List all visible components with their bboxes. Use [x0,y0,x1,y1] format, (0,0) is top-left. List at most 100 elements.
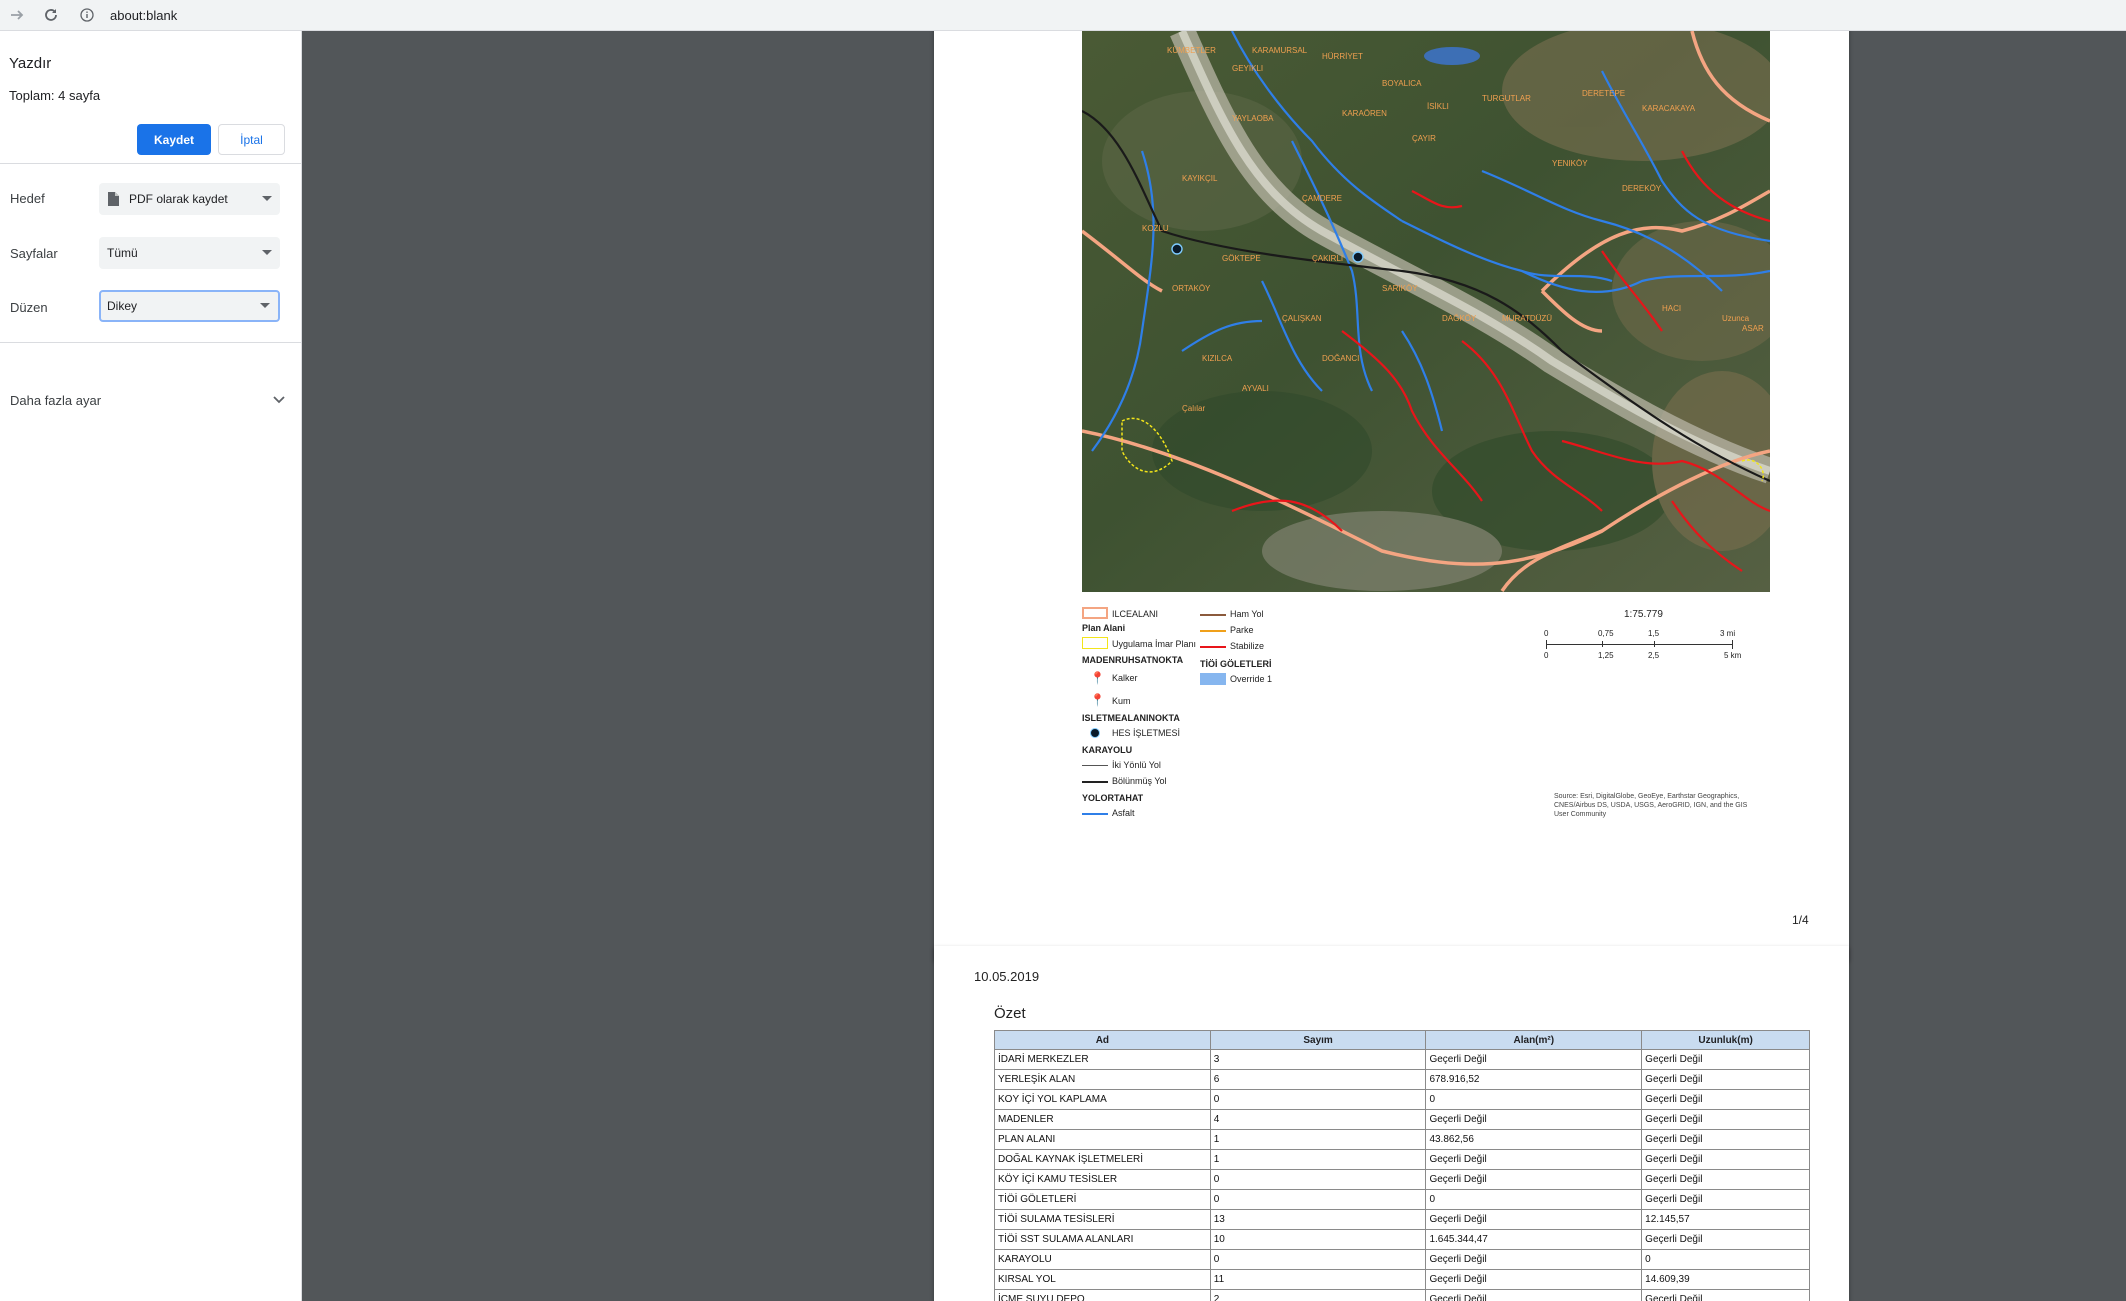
scale-mi-1: 0,75 [1598,629,1614,638]
cancel-button[interactable]: İptal [218,124,285,155]
browser-toolbar: about:blank [0,0,2126,31]
satellite-map: KÜMBETLER KARAMURSAL GEYIKLI HÜRRİYET BOYALI… [1082,31,1770,592]
ilcealani-swatch [1082,607,1108,619]
table-cell: YERLEŞİK ALAN [994,1069,1211,1090]
document-icon [107,192,119,206]
table-cell: 1 [1209,1149,1427,1170]
table-row: İDARİ MERKEZLER 3 Geçerli Değil Geçerli Değ… [994,1049,1810,1070]
table-cell: 4 [1209,1109,1427,1130]
legend-yolortahat-header: YOLORTAHAT [1082,793,1144,803]
table-cell: 0 [1641,1249,1810,1270]
map-place-label: DOĞANCI [1322,354,1359,363]
table-cell: İÇME SUYU DEPO [994,1289,1211,1301]
table-cell: 678.916,52 [1425,1069,1643,1090]
ham-yol-swatch [1200,614,1226,616]
print-preview[interactable]: KÜMBETLER KARAMURSAL GEYIKLI HÜRRİYET BOYALI… [302,31,2126,1301]
table-row: KARAYOLU 0 Geçerli Değil 0 [994,1249,1810,1270]
table-cell: 1 [1209,1129,1427,1150]
table-header-row: Ad Sayım Alan(m²) Uzunluk(m) [994,1030,1810,1050]
scale-mi-2: 1,5 [1648,629,1660,638]
table-cell: Geçerli Değil [1641,1109,1810,1130]
reload-button[interactable] [34,0,68,31]
map-place-label: KARAMURSAL [1252,46,1308,55]
table-row: PLAN ALANI 1 43.862,56 Geçerli Değil [994,1129,1810,1150]
layout-value: Dikey [107,299,138,313]
map-place-label: HACI [1662,304,1681,313]
table-cell: Geçerli Değil [1425,1289,1643,1301]
map-place-label: GEYIKLI [1232,64,1263,73]
map-place-label: KAYIKÇIL [1182,174,1218,183]
table-cell: TİÖİ SST SULAMA ALANLARI [994,1229,1211,1250]
preview-page-2: 10.05.2019 Özet Ad Sayım Alan(m²) Uzunlu… [934,946,1849,1301]
legend-ilcealani: ILCEALANI [1112,609,1159,619]
table-cell: Geçerli Değil [1425,1209,1643,1230]
layout-select[interactable]: Dikey [99,290,280,322]
map-place-label: ÇALIŞKAN [1282,314,1322,323]
forward-button[interactable] [0,0,34,31]
destination-value: PDF olarak kaydet [129,192,228,206]
summary-table: Ad Sayım Alan(m²) Uzunluk(m) İDARİ MERKE… [994,1030,1810,1301]
legend-stabilize: Stabilize [1230,641,1265,651]
map-place-label: ÇAYIR [1412,134,1436,143]
table-cell: Geçerli Değil [1641,1289,1810,1301]
table-cell: 0 [1209,1089,1427,1110]
bolunmus-swatch [1082,781,1108,783]
map-place-label: MURATDÜZÜ [1502,314,1552,323]
more-settings-label: Daha fazla ayar [10,392,102,408]
page-total: Toplam: 4 sayfa [9,88,100,103]
destination-select[interactable]: PDF olarak kaydet [99,183,280,215]
legend-uygulama: Uygulama İmar Planı [1112,639,1197,649]
page-number: 1/4 [1792,913,1809,927]
legend-kalker: Kalker [1112,673,1138,683]
divider [0,163,301,164]
table-cell: Geçerli Değil [1425,1249,1643,1270]
table-cell: TİÖİ GÖLETLERİ [994,1189,1211,1210]
pages-select[interactable]: Tümü [99,237,280,269]
map-legend: ILCEALANI Plan Alani Uygulama İmar Planı… [1082,605,1412,835]
table-cell: 11 [1209,1269,1427,1290]
override-swatch [1200,673,1226,685]
print-sidebar: Yazdır Toplam: 4 sayfa Kaydet İptal Hede… [0,31,302,1301]
map-place-label: KOZLU [1142,224,1169,233]
table-cell: MADENLER [994,1109,1211,1130]
table-cell: 10 [1209,1229,1427,1250]
table-cell: 12.145,57 [1641,1209,1810,1230]
table-cell: 0 [1425,1189,1643,1210]
info-icon[interactable] [78,6,96,24]
scale-mi-0: 0 [1544,629,1549,638]
table-cell: Geçerli Değil [1641,1189,1810,1210]
map-graphic: KÜMBETLER KARAMURSAL GEYIKLI HÜRRİYET BOYALI… [1082,31,1770,592]
map-place-label: GÖKTEPE [1222,254,1261,263]
save-button[interactable]: Kaydet [137,124,211,155]
table-cell: Geçerli Değil [1425,1269,1643,1290]
legend-override: Override 1 [1230,674,1273,684]
address-bar[interactable]: about:blank [78,4,1978,26]
table-row: KIRSAL YOL 11 Geçerli Değil 14.609,39 [994,1269,1810,1290]
pages-value: Tümü [107,246,138,260]
more-settings-toggle[interactable]: Daha fazla ayar [10,390,285,410]
url-text: about:blank [110,7,178,23]
column-header: Alan(m²) [1425,1030,1643,1050]
table-row: TİÖİ GÖLETLERİ 0 0 Geçerli Değil [994,1189,1810,1210]
preview-page-1: KÜMBETLER KARAMURSAL GEYIKLI HÜRRİYET BOYALI… [934,31,1849,960]
summary-title: Özet [994,1005,1026,1022]
table-row: KÖY İÇİ KAMU TESİSLER 0 Geçerli Değil Geçer… [994,1169,1810,1190]
table-cell: KIRSAL YOL [994,1269,1211,1290]
table-cell: KARAYOLU [994,1249,1211,1270]
scale-km-1: 1,25 [1598,651,1614,660]
table-cell: Geçerli Değil [1425,1149,1643,1170]
table-body: İDARİ MERKEZLER 3 Geçerli Değil Geçerli Değ… [994,1049,1810,1301]
pin-icon: 📍 [1090,671,1105,685]
map-place-label: BOYALICA [1382,79,1422,88]
legend-parke: Parke [1230,625,1254,635]
table-cell: 0 [1209,1189,1427,1210]
asfalt-swatch [1082,813,1108,815]
pages-label: Sayfalar [10,246,58,261]
table-cell: 3 [1209,1049,1427,1070]
table-row: DOĞAL KAYNAK İŞLETMELERİ 1 Geçerli Değil Ge… [994,1149,1810,1170]
arrow-right-icon [11,10,24,20]
table-row: TİÖİ SULAMA TESİSLERİ 13 Geçerli Değil 12.1… [994,1209,1810,1230]
caret-down-icon [260,303,270,308]
table-cell: 2 [1209,1289,1427,1301]
print-title: Yazdır [9,55,52,72]
